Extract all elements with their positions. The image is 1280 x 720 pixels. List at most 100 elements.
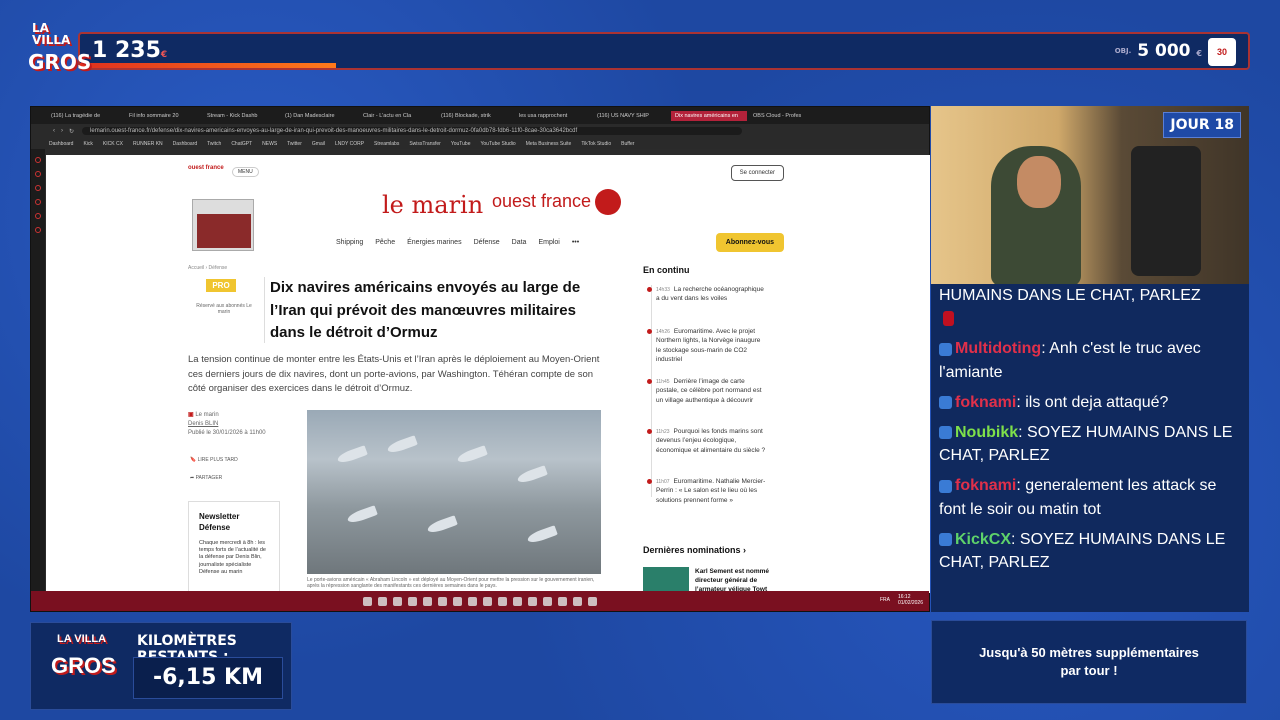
sidebar-icon[interactable] <box>35 157 41 163</box>
article-source: Le marin <box>195 412 219 418</box>
browser-tab[interactable]: Stream - Kick Dashb <box>203 111 279 121</box>
chrome-icon[interactable] <box>393 596 402 606</box>
feed-item[interactable]: 11h07 Euromaritime. Nathalie Mercier-Perr… <box>647 477 766 505</box>
nomination-photo[interactable] <box>643 567 689 593</box>
ouest-france-logo[interactable]: ouest france <box>188 165 224 171</box>
chat-username[interactable]: Noubikk <box>955 424 1018 441</box>
bookmark-item[interactable]: Dashboard <box>49 141 73 147</box>
feed-item[interactable]: 11h45 Derrière l’image de carte postale, … <box>647 377 766 405</box>
start-icon[interactable] <box>363 596 372 606</box>
app-icon[interactable] <box>423 596 432 606</box>
browser-tab[interactable]: Clair - L'actu en Cla <box>359 111 435 121</box>
bookmark-item[interactable]: RUNNER KN <box>133 141 163 147</box>
browser-tab[interactable]: (116) La tragédie de <box>47 111 123 121</box>
newsletter-box[interactable]: Newsletter Défense Chaque mercredi à 8h … <box>188 501 280 593</box>
browser-tab[interactable]: OBS Cloud - Profes <box>749 111 825 121</box>
premiere-icon[interactable] <box>513 596 522 606</box>
bookmark-item[interactable]: Twitch <box>207 141 221 147</box>
sidebar-icon[interactable] <box>35 171 41 177</box>
bookmark-item[interactable]: Streamlabs <box>374 141 399 147</box>
sidebar-icon[interactable] <box>35 227 41 233</box>
clock[interactable]: 16:12 01/02/2026 <box>898 594 923 606</box>
share-button[interactable]: ➦ PARTAGER <box>190 469 238 487</box>
discord-icon[interactable] <box>468 596 477 606</box>
bookmark-item[interactable]: Meta Business Suite <box>526 141 572 147</box>
nav-item[interactable]: Data <box>512 239 527 246</box>
feed-item[interactable]: 14h26 Euromaritime. Avec le projet Northe… <box>647 327 766 365</box>
article-lead: La tension continue de monter entre les … <box>188 354 600 395</box>
nav-item[interactable]: Shipping <box>336 239 363 246</box>
tab-strip: (116) La tragédie de Fil info sommaire 20… <box>31 107 929 124</box>
bookmark-item[interactable]: KICK CX <box>103 141 123 147</box>
le-marin-logo[interactable]: le marin <box>382 191 483 219</box>
bookmarks-bar: Dashboard Kick KICK CX RUNNER KN Dashboard Tw… <box>31 138 929 149</box>
spotify-icon[interactable] <box>408 596 417 606</box>
bookmark-item[interactable]: Dashboard <box>173 141 197 147</box>
back-icon[interactable]: ‹ <box>53 128 55 134</box>
en-continu-title: En continu <box>643 265 690 275</box>
bookmark-item[interactable]: Buffer <box>621 141 634 147</box>
url-field[interactable]: lemarin.ouest-france.fr/defense/dix-navi… <box>82 127 743 135</box>
chat-username[interactable]: foknami <box>955 477 1016 494</box>
nav-item[interactable]: Défense <box>474 239 500 246</box>
nav-item[interactable]: ••• <box>572 239 579 246</box>
app-icon[interactable] <box>483 596 492 606</box>
sidebar-icon[interactable] <box>35 185 41 191</box>
bookmark-item[interactable]: SwissTransfer <box>409 141 441 147</box>
chat-username[interactable]: Multidoting <box>955 340 1041 357</box>
nav-item[interactable]: Pêche <box>375 239 395 246</box>
steam-icon[interactable] <box>588 596 597 606</box>
settings-icon[interactable] <box>558 596 567 606</box>
system-tray: FRA 16:12 01/02/2026 <box>880 594 923 606</box>
feed-item[interactable]: 14h33 La recherche océanographique a du v… <box>647 285 766 304</box>
nav-item[interactable]: Énergies marines <box>407 239 461 246</box>
browser-tab[interactable]: (1) Dan Madesclaire <box>281 111 357 121</box>
article-photo[interactable] <box>307 410 601 574</box>
chat-username[interactable]: foknami <box>955 394 1016 411</box>
login-button[interactable]: Se connecter <box>730 165 784 181</box>
nav-item[interactable]: Emploi <box>538 239 559 246</box>
feed-item[interactable]: 11h23 Pourquoi les fonds marins sont deve… <box>647 427 766 455</box>
photoshop-icon[interactable] <box>528 596 537 606</box>
explorer-icon[interactable] <box>378 596 387 606</box>
reload-icon[interactable]: ↻ <box>69 128 74 135</box>
logo: LA VILLA GROS <box>24 22 91 82</box>
nominations-title[interactable]: Dernières nominations › <box>643 545 746 555</box>
bookmark-item[interactable]: Gmail <box>312 141 325 147</box>
bookmark-item[interactable]: YouTube Studio <box>481 141 516 147</box>
chat-message: foknami: generalement les attack se font… <box>939 474 1241 520</box>
bookmark-item[interactable]: YouTube <box>451 141 471 147</box>
browser-tab[interactable]: Fil info sommaire 20 <box>125 111 201 121</box>
app-icon[interactable] <box>543 596 552 606</box>
firefox-icon[interactable] <box>438 596 447 606</box>
menu-button[interactable]: MENU <box>232 167 259 177</box>
obs-icon[interactable] <box>573 596 582 606</box>
browser-tab[interactable]: les usa rapprochent <box>515 111 591 121</box>
read-later-button[interactable]: 🔖 LIRE PLUS TARD <box>190 451 238 469</box>
app-icon[interactable] <box>498 596 507 606</box>
subscribe-button[interactable]: Abonnez-vous <box>715 233 784 252</box>
magazine-thumbnail[interactable] <box>192 199 254 251</box>
forward-icon[interactable]: › <box>61 128 63 134</box>
chat-username[interactable]: KickCX <box>955 531 1011 548</box>
sidebar-icon[interactable] <box>35 213 41 219</box>
feed-text: Derrière l’image de carte postale, ce cé… <box>656 378 762 404</box>
bookmark-item[interactable]: Kick <box>83 141 92 147</box>
bookmark-item[interactable]: Twitter <box>287 141 302 147</box>
language-indicator[interactable]: FRA <box>880 597 890 603</box>
nomination-text[interactable]: Karl Sement est nommé directeur général … <box>695 567 785 593</box>
logo-small-bottom: GROS <box>51 653 116 678</box>
magazine-cover <box>197 214 251 248</box>
feed-dot-icon <box>647 287 652 292</box>
sidebar-icon[interactable] <box>35 199 41 205</box>
breadcrumb[interactable]: Accueil › Défense <box>188 265 227 271</box>
browser-tab[interactable]: (116) Blockade, strik <box>437 111 513 121</box>
bookmark-item[interactable]: NEWS <box>262 141 277 147</box>
article-author[interactable]: Denis BLIN <box>188 420 266 429</box>
browser-tab[interactable]: Dix navires américains en <box>671 110 747 121</box>
bookmark-item[interactable]: TikTok Studio <box>581 141 611 147</box>
app-icon[interactable] <box>453 596 462 606</box>
bookmark-item[interactable]: LNDY CORP <box>335 141 364 147</box>
browser-tab[interactable]: (116) US NAVY SHIP <box>593 111 669 121</box>
bookmark-item[interactable]: ChatGPT <box>231 141 252 147</box>
